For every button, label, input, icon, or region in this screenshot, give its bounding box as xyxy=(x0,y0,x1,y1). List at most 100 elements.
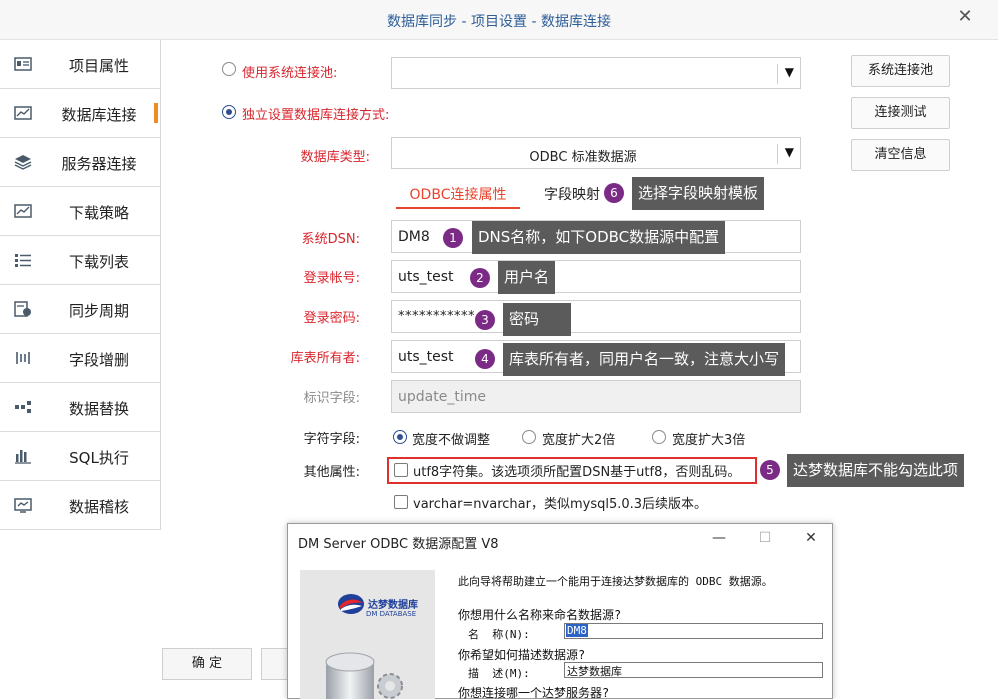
dialog-side-panel: 达梦数据库 DM DATABASE xyxy=(300,570,435,699)
select-divider xyxy=(777,64,778,84)
database-gear-icon xyxy=(325,652,403,699)
account-value: uts_test xyxy=(398,269,454,285)
char-option-radio-1[interactable] xyxy=(522,430,536,444)
sidebar-item-label: 字段增删 xyxy=(68,351,129,369)
use-pool-label: 使用系统连接池: xyxy=(242,66,338,81)
clear-info-button[interactable]: 清空信息 xyxy=(851,139,950,171)
sidebar-item-download-strategy[interactable]: 下载策略 xyxy=(0,187,160,236)
char-option-radio-2[interactable] xyxy=(652,430,666,444)
id-field-value: update_time xyxy=(398,389,486,405)
dsn-value: DM8 xyxy=(398,229,430,245)
sidebar-item-label: 下载列表 xyxy=(68,253,129,271)
id-field-label: 标识字段: xyxy=(303,391,360,406)
sql-icon xyxy=(15,450,31,464)
other-label: 其他属性: xyxy=(303,465,360,480)
char-option-label-1: 宽度扩大2倍 xyxy=(542,433,616,448)
pool-select[interactable]: ▼ xyxy=(391,57,801,89)
sidebar-item-label: 下载策略 xyxy=(68,204,129,222)
use-pool-radio[interactable] xyxy=(222,62,236,76)
char-option-label-0: 宽度不做调整 xyxy=(412,433,491,448)
char-option-label-2: 宽度扩大3倍 xyxy=(672,433,746,448)
varchar-label: varchar=nvarchar，类似mysql5.0.3后续版本。 xyxy=(413,497,708,512)
logo-text-en: DM DATABASE xyxy=(366,610,417,618)
dialog-question-server: 你想连接哪一个达梦服务器? xyxy=(458,686,610,699)
sidebar-item-db-connection[interactable]: 数据库连接 xyxy=(0,89,160,138)
db-type-value: ODBC 标准数据源 xyxy=(529,150,637,165)
dialog-title: DM Server ODBC 数据源配置 V8 xyxy=(298,537,499,552)
annotation-badge-2: 2 xyxy=(470,268,490,288)
annotation-badge-6: 6 xyxy=(604,183,624,203)
sidebar-item-server-connection[interactable]: 服务器连接 xyxy=(0,138,160,187)
varchar-checkbox[interactable] xyxy=(394,495,408,509)
id-field-input[interactable]: update_time xyxy=(391,380,801,413)
dialog-intro: 此向导将帮助建立一个能用于连接达梦数据库的 ODBC 数据源。 xyxy=(458,575,773,588)
annotation-badge-1: 1 xyxy=(443,228,463,248)
dialog-name-value: DM8 xyxy=(566,624,588,637)
sidebar-item-label: 项目属性 xyxy=(68,57,129,75)
dialog-question-name: 你想用什么名称来命名数据源? xyxy=(458,608,622,622)
account-input[interactable]: uts_test xyxy=(391,260,801,293)
dm-logo-icon xyxy=(338,594,364,614)
db-type-select[interactable]: ODBC 标准数据源 ▼ xyxy=(391,137,801,169)
dropdown-arrow-icon: ▼ xyxy=(784,145,794,159)
select-divider xyxy=(777,144,778,164)
annotation-callout-4: 库表所有者，同用户名一致，注意大小写 xyxy=(503,343,786,376)
title-bar: 数据库同步 - 项目设置 - 数据库连接 ✕ xyxy=(0,0,998,40)
dialog-name-label: 名 称(N): xyxy=(468,628,530,641)
property-icon xyxy=(14,57,32,71)
dropdown-arrow-icon: ▼ xyxy=(784,65,794,79)
sidebar-item-field-edit[interactable]: 字段增删 xyxy=(0,334,160,383)
annotation-callout-1: DNS名称，如下ODBC数据源中配置 xyxy=(472,221,726,254)
audit-icon xyxy=(14,498,32,513)
db-connection-icon xyxy=(14,106,32,120)
independent-radio[interactable] xyxy=(222,105,236,119)
annotation-badge-5: 5 xyxy=(760,460,780,480)
sidebar-item-data-audit[interactable]: 数据稽核 xyxy=(0,481,160,530)
sidebar-item-sql-exec[interactable]: SQL执行 xyxy=(0,432,160,481)
sidebar-item-download-list[interactable]: 下载列表 xyxy=(0,236,160,285)
char-field-label: 字符字段: xyxy=(303,432,360,447)
dialog-question-desc: 你希望如何描述数据源? xyxy=(458,648,586,662)
minimize-icon[interactable]: — xyxy=(706,530,732,550)
annotation-callout-5: 达梦数据库不能勾选此项 xyxy=(787,454,965,487)
tab-field-mapping[interactable]: 字段映射 xyxy=(544,184,600,204)
dsn-label: 系统DSN: xyxy=(301,232,360,247)
dialog-name-input[interactable]: DM8 xyxy=(564,623,823,639)
sidebar-item-project-properties[interactable]: 项目属性 xyxy=(0,40,160,89)
close-icon[interactable]: ✕ xyxy=(798,530,824,550)
sidebar-item-label: 服务器连接 xyxy=(61,155,137,173)
system-pool-button[interactable]: 系统连接池 xyxy=(851,55,950,87)
annotation-callout-2: 用户名 xyxy=(498,261,556,294)
utf8-checkbox[interactable] xyxy=(394,463,408,477)
tab-odbc-properties[interactable]: ODBC连接属性 xyxy=(396,184,520,209)
replace-icon xyxy=(15,401,31,413)
sidebar-item-label: 数据稽核 xyxy=(68,498,129,516)
sidebar: 项目属性 数据库连接 服务器连接 下载策略 下载列表 同步周期 字段增删 数据替… xyxy=(0,40,161,530)
sidebar-item-sync-cycle[interactable]: 同步周期 xyxy=(0,285,160,334)
sidebar-item-label: 数据替换 xyxy=(68,400,129,418)
close-icon[interactable]: ✕ xyxy=(956,8,974,26)
sidebar-item-label: SQL执行 xyxy=(69,449,129,467)
odbc-config-dialog: DM Server ODBC 数据源配置 V8 — ☐ ✕ 达梦数据库 DM D… xyxy=(287,523,833,699)
strategy-icon xyxy=(14,204,32,218)
dialog-desc-label: 描 述(M): xyxy=(468,667,530,680)
owner-label: 库表所有者: xyxy=(290,351,360,366)
db-type-label: 数据库类型: xyxy=(300,150,370,165)
annotation-callout-6: 选择字段映射模板 xyxy=(632,177,765,210)
ok-button[interactable]: 确 定 xyxy=(162,648,252,680)
annotation-badge-3: 3 xyxy=(475,310,495,330)
sidebar-item-data-replace[interactable]: 数据替换 xyxy=(0,383,160,432)
password-label: 登录密码: xyxy=(303,311,360,326)
maximize-icon[interactable]: ☐ xyxy=(752,530,778,550)
server-icon xyxy=(14,155,32,170)
password-value: *********** xyxy=(398,309,475,324)
field-edit-icon xyxy=(16,352,30,364)
utf8-label: utf8字符集。该选项须所配置DSN基于utf8，否则乱码。 xyxy=(413,465,741,480)
password-input[interactable]: *********** xyxy=(391,300,801,333)
dialog-desc-input[interactable]: 达梦数据库 xyxy=(564,662,823,678)
annotation-callout-3: 密码 xyxy=(503,303,571,336)
sidebar-item-label: 同步周期 xyxy=(68,302,129,320)
char-option-radio-0[interactable] xyxy=(393,430,407,444)
dialog-desc-value: 达梦数据库 xyxy=(567,665,622,678)
test-connection-button[interactable]: 连接测试 xyxy=(851,97,950,129)
